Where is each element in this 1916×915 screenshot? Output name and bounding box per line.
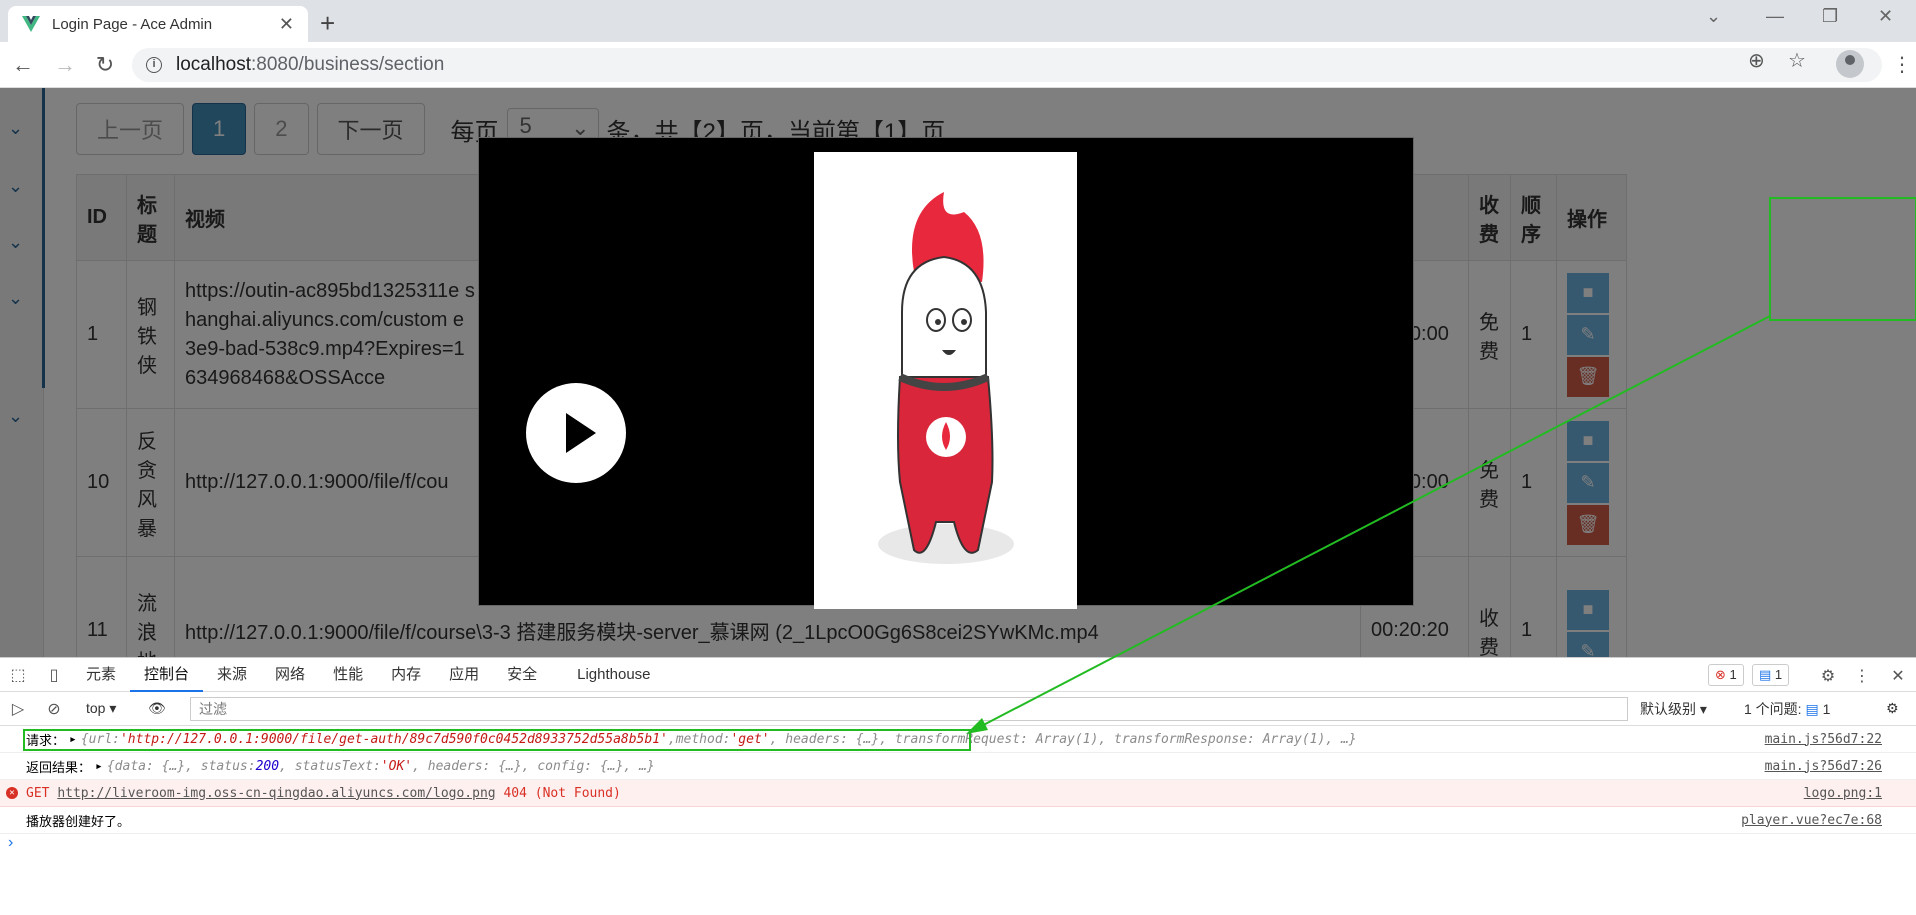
site-info-icon[interactable]: i — [146, 57, 162, 73]
console-settings-icon[interactable]: ⚙ — [1886, 700, 1899, 717]
devtools-close-icon[interactable]: ✕ — [1880, 666, 1916, 686]
error-circle-icon: ✕ — [6, 787, 18, 799]
restore-icon[interactable]: ❐ — [1822, 6, 1838, 27]
issues-message-icon: ▤ — [1805, 700, 1819, 717]
inspect-element-icon[interactable]: ⬚ — [0, 665, 36, 685]
context-select[interactable]: top ▾ — [86, 700, 116, 717]
error-count-badge[interactable]: ⊗ 1 — [1708, 664, 1744, 686]
window-close-icon[interactable]: ✕ — [1878, 6, 1893, 27]
tab-sources[interactable]: 来源 — [203, 658, 261, 692]
log-object-open: { — [80, 731, 89, 747]
tab-application[interactable]: 应用 — [435, 658, 493, 692]
log-colon: : — [112, 731, 120, 747]
console-log-row: 播放器创建好了。 player.vue?ec7e:68 — [0, 807, 1916, 834]
tab-title: Login Page - Ace Admin — [52, 15, 213, 33]
log-status: 200 — [255, 758, 280, 774]
log-text: {data: {…}, status: — [106, 758, 256, 774]
live-expression-eye-icon[interactable]: 👁 — [148, 700, 166, 717]
tab-elements[interactable]: 元素 — [72, 658, 130, 692]
log-url-key: url — [88, 731, 113, 747]
log-method: 'get' — [730, 731, 770, 747]
tab-memory[interactable]: 内存 — [377, 658, 435, 692]
log-separator: , — [667, 731, 676, 747]
console-filter-input[interactable]: 过滤 — [190, 697, 1628, 721]
error-icon: ⊗ — [1715, 667, 1726, 682]
video-player[interactable] — [478, 137, 1414, 609]
message-count-badge[interactable]: ▤ 1 — [1752, 664, 1790, 686]
devtools-settings-icon[interactable]: ⚙ — [1810, 666, 1846, 686]
log-level-value: 默认级别 — [1640, 700, 1696, 717]
devtools-tabbar: ⬚ ▯ 元素 控制台 来源 网络 性能 内存 应用 安全 Lighthouse … — [0, 658, 1916, 692]
forward-icon[interactable]: → — [52, 52, 78, 78]
address-bar[interactable]: i localhost:8080/business/section — [132, 48, 1882, 82]
profile-avatar[interactable] — [1836, 50, 1864, 78]
log-text: , headers: {…}, config: {…}, …} — [412, 758, 655, 774]
tab-console[interactable]: 控制台 — [130, 658, 204, 692]
zoom-icon[interactable]: ⊕ — [1748, 48, 1765, 73]
console-toolbar: ▷ ⊘ top ▾ 👁 过滤 默认级别 ▾ 1 个问题: ▤ 1 ⚙ — [0, 692, 1916, 726]
bookmark-star-icon[interactable]: ☆ — [1788, 48, 1806, 73]
play-icon[interactable] — [526, 383, 626, 483]
log-status-text: 'OK' — [380, 758, 413, 774]
message-count: 1 — [1774, 667, 1783, 682]
console-error-row: ✕ GET http://liveroom-img.oss-cn-qingdao… — [0, 780, 1916, 807]
devtools-more-icon[interactable]: ⋮ — [1844, 666, 1880, 686]
issues-button[interactable]: 1 个问题: ▤ 1 — [1744, 699, 1830, 719]
error-count: 1 — [1729, 667, 1737, 682]
tab-network[interactable]: 网络 — [261, 658, 319, 692]
console-log-row: 请求： ▸ {url: 'http://127.0.0.1:9000/file/… — [0, 726, 1916, 753]
log-rest: , headers: {…}, transformRequest: Array(… — [769, 731, 1357, 747]
tab-security[interactable]: 安全 — [493, 658, 551, 692]
error-status: 404 (Not Found) — [503, 785, 621, 801]
log-url: 'http://127.0.0.1:9000/file/get-auth/89c… — [119, 731, 668, 747]
clear-console-icon[interactable]: ⊘ — [36, 699, 72, 719]
video-poster — [814, 152, 1077, 609]
log-method-key: method — [675, 731, 723, 747]
browser-tab[interactable]: Login Page - Ace Admin ✕ — [8, 6, 308, 42]
log-source-link[interactable]: logo.png:1 — [1804, 786, 1882, 801]
log-prefix: 返回结果： — [26, 760, 92, 776]
mascot-image — [878, 192, 1014, 564]
log-prefix: 请求： — [26, 733, 66, 749]
back-icon[interactable]: ← — [10, 52, 36, 78]
console-prompt[interactable]: › — [0, 834, 1916, 858]
browser-tabstrip: Login Page - Ace Admin ✕ + ⌄ — ❐ ✕ — [0, 0, 1916, 42]
devtools-panel: ⬚ ▯ 元素 控制台 来源 网络 性能 内存 应用 安全 Lighthouse … — [0, 657, 1916, 915]
log-text: , statusText: — [279, 758, 381, 774]
browser-toolbar: ← → ↻ i localhost:8080/business/section … — [0, 42, 1916, 88]
new-tab-icon[interactable]: + — [320, 8, 335, 39]
tab-search-icon[interactable]: ⌄ — [1706, 6, 1721, 27]
console-log-row: 返回结果： ▸ {data: {…}, status: 200, statusT… — [0, 753, 1916, 780]
context-value: top — [86, 700, 106, 716]
log-level-select[interactable]: 默认级别 ▾ — [1640, 699, 1707, 719]
expand-triangle-icon[interactable]: ▸ — [69, 732, 77, 747]
tab-lighthouse[interactable]: Lighthouse — [563, 658, 664, 692]
error-method: GET — [26, 785, 50, 801]
device-toolbar-icon[interactable]: ▯ — [36, 665, 72, 685]
tab-performance[interactable]: 性能 — [319, 658, 377, 692]
browser-menu-icon[interactable]: ⋮ — [1892, 52, 1912, 77]
issues-label: 1 个问题: — [1744, 700, 1802, 717]
tab-close-icon[interactable]: ✕ — [279, 14, 294, 35]
log-source-link[interactable]: main.js?56d7:26 — [1765, 759, 1882, 774]
issues-count: 1 — [1822, 700, 1831, 717]
log-colon: : — [722, 731, 731, 747]
minimize-icon[interactable]: — — [1766, 6, 1784, 27]
expand-triangle-icon[interactable]: ▸ — [95, 759, 103, 774]
url-host: localhost — [176, 54, 251, 75]
log-source-link[interactable]: player.vue?ec7e:68 — [1741, 813, 1882, 828]
vue-logo-icon — [22, 16, 40, 32]
url-path: :8080/business/section — [251, 54, 445, 75]
sidebar-toggle-icon[interactable]: ▷ — [0, 699, 36, 719]
page-content: ⌄ ⌄ ⌄ ⌄ ⌄ 上一页 1 2 下一页 每页 5⌄ 条，共【2】页，当前第【… — [0, 88, 1916, 657]
log-text: 播放器创建好了。 — [26, 814, 131, 830]
log-source-link[interactable]: main.js?56d7:22 — [1765, 732, 1882, 747]
message-icon: ▤ — [1759, 667, 1772, 682]
reload-icon[interactable]: ↻ — [92, 52, 118, 78]
error-url-link[interactable]: http://liveroom-img.oss-cn-qingdao.aliyu… — [57, 786, 495, 801]
